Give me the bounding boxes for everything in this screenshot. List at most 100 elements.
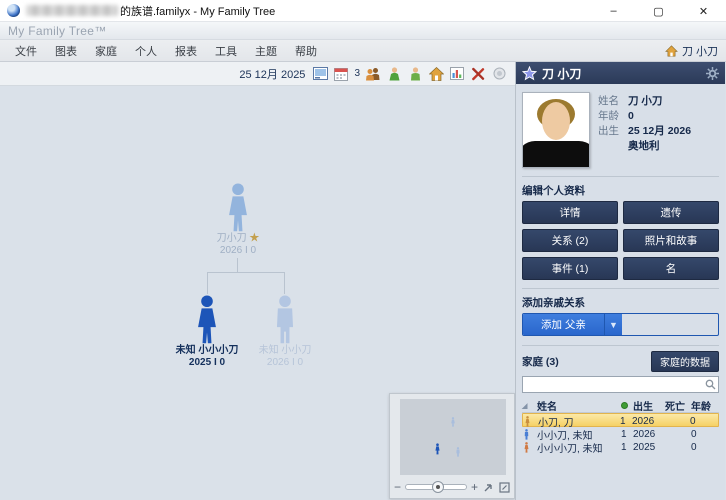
connector-line (237, 258, 238, 272)
minimap-panel: − + (389, 393, 515, 499)
home-person-name: 刀 小刀 (681, 45, 718, 58)
window-title: 的族谱.familyx - My Family Tree (120, 5, 276, 18)
brand-bar: My Family Tree™ (0, 22, 726, 40)
zoom-slider-handle[interactable] (432, 481, 445, 493)
details-button[interactable]: 详情 (522, 201, 618, 224)
family-row-selected[interactable]: 小刀, 刀 1 2026 0 (522, 413, 719, 429)
menu-reports[interactable]: 报表 (166, 40, 206, 62)
current-date: 25 12月 2025 (239, 68, 306, 81)
add-father-label: 添加 父亲 (523, 314, 604, 335)
minimize-button[interactable]: – (591, 0, 636, 22)
search-icon (705, 379, 716, 390)
sync-disabled-icon[interactable] (491, 66, 507, 82)
avatar[interactable] (522, 92, 590, 168)
connector-line (207, 272, 285, 273)
female-person-icon (524, 442, 529, 453)
minimap-figure (456, 447, 460, 457)
menu-themes[interactable]: 主题 (246, 40, 286, 62)
born-column-header[interactable]: 出生 (633, 398, 665, 413)
photos-stories-button[interactable]: 照片和故事 (623, 229, 719, 252)
zoom-out-button[interactable]: − (394, 481, 401, 493)
names-button[interactable]: 名 (623, 257, 719, 280)
person-lifespan: 2026 I 0 (219, 245, 257, 256)
chevron-down-icon[interactable]: ▼ (603, 314, 622, 335)
zoom-slider[interactable] (405, 481, 467, 493)
add-male-icon[interactable] (407, 66, 423, 82)
family-row[interactable]: 小小刀, 未知 1 2026 0 (522, 427, 719, 442)
events-button[interactable]: 事件 (1) (522, 257, 618, 280)
menu-tools[interactable]: 工具 (206, 40, 246, 62)
menu-individual[interactable]: 个人 (126, 40, 166, 62)
sort-icon: ◢ (522, 402, 528, 410)
row-age: 0 (691, 442, 697, 453)
died-column-header[interactable]: 死亡 (665, 398, 691, 413)
gear-icon[interactable] (706, 66, 719, 80)
fit-view-icon[interactable] (498, 481, 510, 493)
maximize-button[interactable]: ▢ (636, 0, 681, 22)
menu-help[interactable]: 帮助 (286, 40, 326, 62)
family-section-title: 家庭 (3) (522, 356, 559, 368)
brand-title: My Family Tree™ (8, 23, 107, 38)
relationships-button[interactable]: 关系 (2) (522, 229, 618, 252)
connector-line (207, 272, 208, 294)
tree-node-child-2[interactable]: 未知 小小刀 2026 I 0 (240, 295, 330, 369)
tools-icon[interactable] (470, 66, 486, 82)
family-search-input[interactable] (522, 376, 719, 393)
genetics-button[interactable]: 遗传 (623, 201, 719, 224)
menu-charts[interactable]: 图表 (46, 40, 86, 62)
birthplace-value: 奥地利 (628, 140, 660, 152)
connector-line (284, 272, 285, 294)
favourite-star-icon[interactable] (522, 65, 537, 81)
person-name: 未知 小小刀 (258, 345, 312, 356)
menu-bar: 文件 图表 家庭 个人 报表 工具 主题 帮助 刀 小刀 (0, 40, 726, 62)
divider (522, 288, 719, 289)
home-icon (665, 44, 678, 57)
name-column-header[interactable]: 姓名 (537, 398, 621, 413)
add-father-button[interactable]: 添加 父亲 ▼ (522, 313, 719, 336)
age-label: 年龄 (598, 110, 619, 122)
close-button[interactable]: ✕ (681, 0, 726, 22)
minimap-figure (435, 443, 440, 455)
person-details-card: 姓名刀 小刀 年龄 0 出生 25 12月 2026 奥地利 (516, 84, 725, 174)
row-marker: 1 (620, 416, 626, 427)
name-value: 刀 小刀 (628, 95, 663, 107)
family-table: ◢ 姓名 出生 死亡 年龄 小刀, 刀 1 2026 0 小小刀, 未知 1 2… (516, 398, 725, 455)
menu-file[interactable]: 文件 (6, 40, 46, 62)
family-table-header[interactable]: ◢ 姓名 出生 死亡 年龄 (522, 398, 719, 413)
row-age: 0 (691, 428, 697, 440)
person-panel-header: 刀 小刀 (516, 62, 725, 84)
add-female-icon[interactable] (386, 66, 402, 82)
family-tree-canvas[interactable]: 刀小刀 ★ 2026 I 0 未知 小小小刀 2025 I 0 未知 小小刀 2… (0, 86, 515, 500)
divider (522, 176, 719, 177)
minimap-view[interactable] (400, 399, 506, 475)
row-born: 2026 (633, 428, 656, 440)
family-row[interactable]: 小小小刀, 未知 1 2025 0 (522, 440, 719, 455)
home-person-indicator[interactable]: 刀 小刀 (665, 43, 718, 59)
panel-person-name: 刀 小刀 (542, 66, 582, 81)
zoom-in-button[interactable]: + (471, 481, 478, 493)
pan-arrow-icon[interactable] (482, 481, 494, 493)
name-label: 姓名 (598, 95, 619, 107)
person-count: 3 (354, 68, 360, 79)
statistics-icon[interactable] (449, 66, 465, 82)
calendar-icon[interactable] (333, 66, 349, 82)
born-value: 25 12月 2026 (628, 125, 692, 137)
people-icon[interactable] (365, 66, 381, 82)
family-data-button[interactable]: 家庭的数据 (651, 351, 719, 372)
slideshow-icon[interactable] (312, 66, 328, 82)
menu-family[interactable]: 家庭 (86, 40, 126, 62)
edit-section-title: 编辑个人资料 (522, 185, 585, 197)
person-panel: 刀 小刀 姓名刀 小刀 年龄 0 出生 25 12月 2026 奥地利 编辑个人资料… (516, 62, 725, 500)
age-value: 0 (628, 110, 634, 122)
app-logo-icon (7, 4, 20, 17)
male-person-icon (524, 428, 529, 440)
row-born: 2026 (632, 416, 655, 427)
row-age: 0 (690, 416, 696, 427)
tree-node-root[interactable]: 刀小刀 ★ 2026 I 0 (196, 183, 280, 257)
chart-toolbar: 25 12月 2025 3 (0, 62, 515, 86)
female-silhouette-icon (229, 183, 247, 232)
age-column-header[interactable]: 年龄 (691, 398, 719, 413)
home-chart-icon[interactable] (428, 66, 444, 82)
female-person-icon (525, 416, 530, 427)
row-name: 小小小刀, 未知 (537, 444, 603, 455)
